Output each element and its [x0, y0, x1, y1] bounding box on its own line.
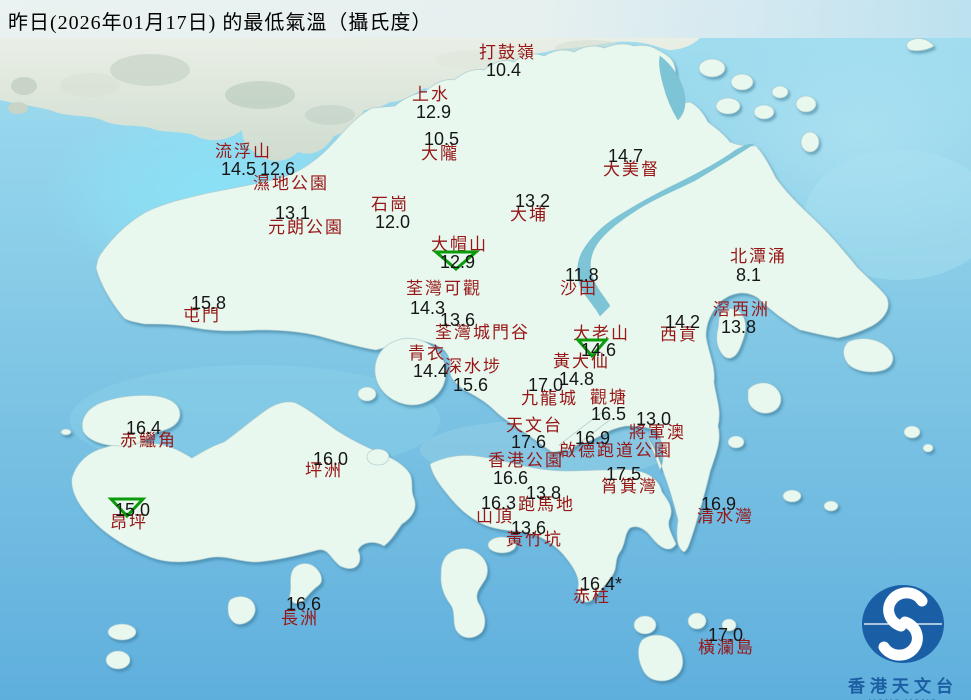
station-value: 16.0 — [313, 449, 349, 469]
station-name: 青衣 — [408, 344, 446, 363]
station-value: 17.0 — [528, 375, 564, 395]
min-temperature-map: 昨日(2026年01月17日) 的最低氣溫（攝氏度） 10.4 打鼓嶺 12.9 上水… — [0, 0, 971, 700]
station-value: 12.9 — [440, 252, 476, 272]
station-value: 10.4 — [486, 60, 522, 80]
station-name: 北潭涌 — [730, 247, 787, 266]
station-value: 13.8 — [526, 483, 562, 503]
station-name: 打鼓嶺 — [479, 43, 536, 62]
station-name: 上水 — [412, 85, 450, 104]
station-value: 14.4 — [413, 361, 449, 381]
station-value: 16.9 — [701, 494, 737, 514]
station-value: 16.4 — [126, 418, 162, 438]
station-value: 13.8 — [721, 317, 757, 337]
station-value: 16.6 — [493, 468, 529, 488]
station-value: 13.2 — [515, 191, 551, 211]
station-name: 深水埗 — [445, 357, 502, 376]
station-value: 17.6 — [511, 432, 547, 452]
station-value: 15.8 — [191, 293, 227, 313]
station-value: 8.1 — [736, 265, 762, 285]
station-value: 16.5 — [591, 404, 627, 424]
station-value: 16.9 — [575, 428, 611, 448]
station-value: 16.4* — [580, 574, 623, 594]
station-value: 11.8 — [565, 265, 599, 285]
station-value: 17.0 — [708, 625, 744, 645]
station-value: 13.1 — [275, 203, 311, 223]
hko-logo: 香港天文台 HONG KONG OBSERVATORY — [826, 582, 971, 700]
station-value: 16.3 — [481, 493, 517, 513]
station-value: 13.6 — [440, 310, 476, 330]
station-name: 石崗 — [371, 195, 409, 214]
page-title: 昨日(2026年01月17日) 的最低氣溫（攝氏度） — [8, 12, 433, 34]
station-value: 17.5 — [606, 464, 642, 484]
hko-logo-name-zh: 香港天文台 — [848, 677, 958, 696]
station-value: 10.5 — [424, 129, 460, 149]
station-value: 12.6 — [260, 159, 296, 179]
station-name: 香港公園 — [488, 451, 564, 470]
station-value: 13.6 — [511, 518, 547, 538]
station-value: 16.6 — [286, 594, 322, 614]
station-value: 15.0 — [115, 500, 151, 520]
station-name: 荃灣可觀 — [406, 279, 482, 298]
station-value: 14.7 — [608, 146, 644, 166]
station-value: 15.6 — [453, 375, 489, 395]
station-value: 13.0 — [636, 409, 672, 429]
station-value: 12.9 — [416, 102, 452, 122]
station-value: 14.8 — [559, 369, 595, 389]
station-value: 14.2 — [665, 312, 701, 332]
station-value: 12.0 — [375, 212, 411, 232]
station-value: 14.6 — [581, 340, 617, 360]
station-value: 14.5 — [221, 159, 257, 179]
station-name: 流浮山 — [215, 142, 272, 161]
station-name: 滘西洲 — [713, 300, 770, 319]
hko-logo-icon — [862, 585, 944, 663]
